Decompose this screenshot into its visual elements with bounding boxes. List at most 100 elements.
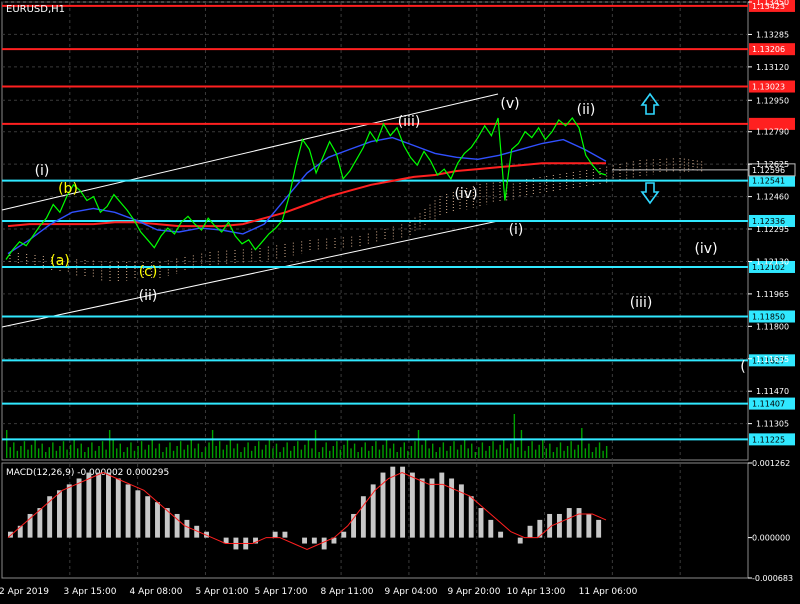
volume-bar [492,441,494,458]
volume-bar [123,452,125,458]
volume-bar [243,447,246,458]
volume-bar [293,446,295,458]
volume-bar [144,449,146,458]
volume-bar [556,447,558,458]
volume-bar [297,441,299,458]
price-tick-label: 1.12295 [756,225,789,234]
volume-bar [222,449,224,458]
volume-bar [474,452,476,458]
wave-label: (v) [500,96,519,112]
volume-bar [446,450,448,458]
volume-bar [41,443,43,458]
volume-bar [432,443,434,458]
volume-bar [481,442,484,458]
wave-label: (i) [35,163,50,179]
volume-bar [346,440,349,458]
volume-bar [126,447,129,458]
volume-bar [566,446,569,458]
volume-bar [453,441,455,458]
volume-bar [442,442,445,458]
macd-histogram-bar [596,519,602,538]
time-tick-label: 8 Apr 11:00 [321,587,374,597]
volume-bar [91,442,93,458]
volume-bar [119,443,121,458]
volume-bar [332,446,334,458]
volume-bar [6,430,8,458]
volume-bar [538,444,540,458]
volume-bar [439,447,441,458]
level-label-text: 1.12541 [752,177,785,186]
volume-bar [574,449,576,458]
volume-bar [112,440,114,458]
macd-tick-label: 0.001262 [752,459,790,468]
time-tick-label: 11 Apr 06:00 [579,587,638,597]
macd-histogram-bar [341,531,347,538]
volume-bar [211,430,214,458]
price-tick-label: 1.13450 [756,0,789,7]
volume-bar [520,430,523,458]
price-tick-label: 1.13120 [756,63,789,72]
price-tick-label: 1.11635 [756,355,789,364]
volume-bar [456,449,459,458]
volume-bar [588,443,590,458]
volume-bar [59,446,61,458]
volume-bar [268,440,271,458]
volume-bar [148,444,150,458]
volume-bar [353,443,356,458]
volume-bar [463,440,466,458]
volume-bar [350,448,352,458]
volume-bar [240,452,242,458]
volume-bar [229,440,232,458]
volume-bar [584,448,587,458]
volume-bar [527,446,530,458]
wave-label: (b) [58,181,78,197]
volume-bar [364,442,366,458]
volume-bar [414,441,416,458]
macd-tick-label: -0.000683 [752,574,793,583]
volume-bar [69,444,72,458]
wave-label: (iii) [398,114,421,130]
level-label-text: 1.13206 [752,45,785,54]
macd-histogram-bar [311,537,317,544]
volume-bar [9,447,11,458]
price-tick-label: 1.12625 [756,160,789,169]
time-tick-label: 10 Apr 13:00 [507,587,566,597]
volume-bar [513,414,516,458]
macd-histogram-bar [321,537,327,550]
volume-bar [428,448,430,458]
volume-bar [545,448,547,458]
level-label-text: 1.13023 [752,83,785,92]
chart-svg: 1.134231.132061.130231.125411.123361.121… [0,0,796,597]
wave-label: (iii) [630,295,653,311]
wave-label: (ii) [577,102,596,118]
price-tick-label: 1.12790 [756,128,789,137]
macd-histogram-bar [115,478,121,538]
volume-bar [16,450,19,458]
resistance-label: 1.13206 [749,43,795,56]
time-tick-label: 5 Apr 17:00 [255,587,308,597]
macd-histogram-bar [272,531,278,538]
macd-histogram-bar [527,525,533,538]
volume-bar [517,447,519,458]
level-label-text: 1.11407 [752,400,785,409]
volume-bar [410,446,413,458]
macd-histogram-bar [586,513,592,538]
macd-histogram-bar [419,478,425,538]
volume-bar [396,452,398,458]
volume-bar [158,443,161,458]
macd-histogram-bar [57,490,62,538]
macd-histogram-bar [360,496,366,538]
macd-histogram-bar [106,472,111,538]
volume-bar [400,447,402,458]
macd-histogram-bar [478,508,484,538]
support-label: 1.12541 [749,174,795,187]
volume-bar [73,440,75,458]
volume-bar [357,452,359,458]
up-arrow-shape [640,92,660,115]
volume-bar [336,441,338,458]
volume-bar [595,447,597,458]
volume-bar [499,444,501,458]
up-arrow-icon [640,92,660,115]
volume-bar [272,448,274,458]
down-arrow-shape [640,182,660,205]
